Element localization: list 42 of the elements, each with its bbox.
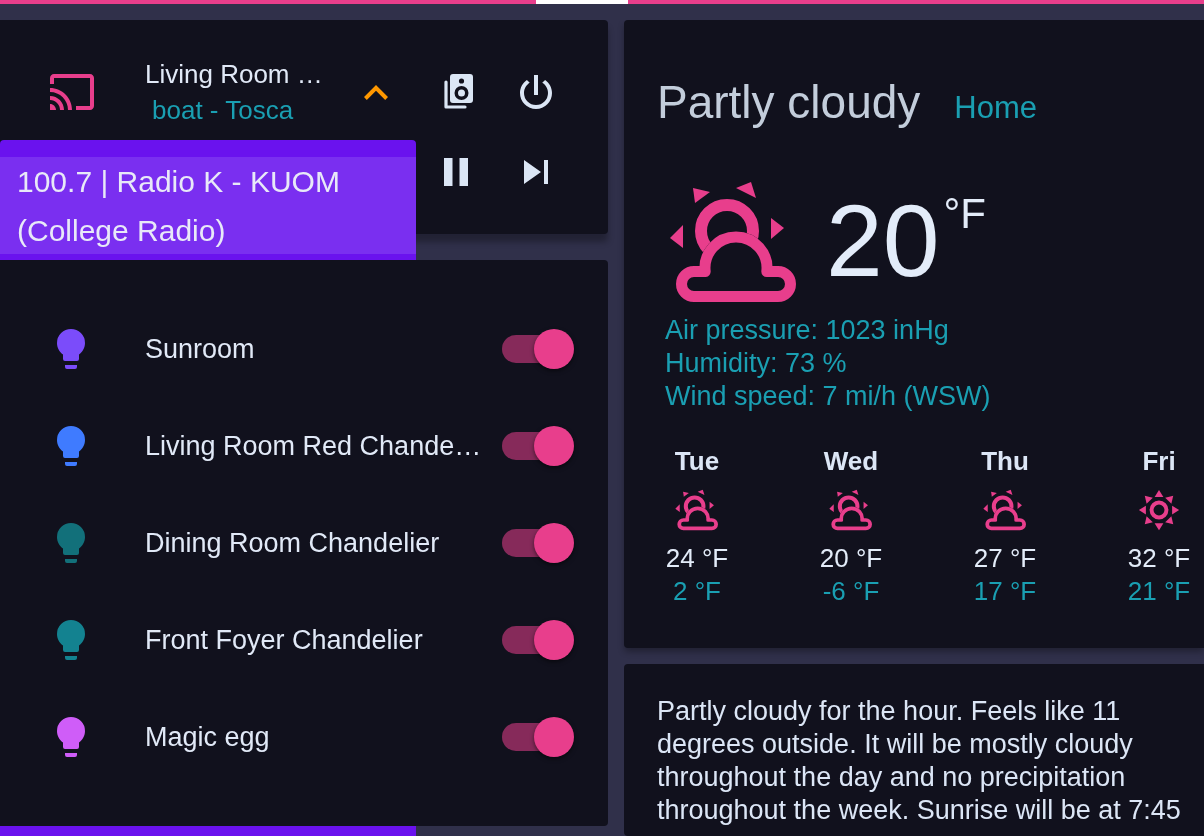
toggle-switch[interactable]	[502, 522, 574, 563]
temperature-value: 20	[826, 190, 940, 292]
light-name: Magic egg	[145, 720, 270, 754]
speakers-icon	[443, 74, 473, 110]
partly-cloudy-icon	[983, 489, 1027, 531]
forecast-high: 24 °F	[665, 542, 729, 575]
partly-cloudy-icon	[675, 489, 719, 531]
forecast-day: Tue	[674, 445, 720, 478]
light-name: Dining Room Chandelier	[145, 526, 440, 560]
weather-condition: Partly cloudy	[657, 75, 921, 129]
weather-attribute: Wind speed: 7 mi/h (WSW)	[665, 380, 991, 413]
forecast-day: Wed	[823, 445, 879, 478]
weather-attribute: Humidity: 73 %	[665, 347, 847, 380]
media-subtitle: boat - Tosca	[152, 94, 294, 127]
temperature-unit: °F	[943, 193, 986, 235]
toggle-switch[interactable]	[502, 619, 574, 660]
weather-attribute: Air pressure: 1023 inHg	[665, 314, 949, 347]
cast-icon	[50, 74, 94, 110]
forecast-low: 21 °F	[1127, 575, 1191, 608]
partly-cloudy-icon	[829, 489, 873, 531]
light-name: Living Room Red Chande…	[145, 429, 482, 463]
power-icon	[520, 75, 552, 109]
forecast-summary: Partly cloudy for the hour. Feels like 11 degrees outside. It will be mostly cloudy throughout the day and no precipitation throughout the week. Sunrise will be at 7:45	[657, 695, 1182, 827]
forecast-low: -6 °F	[822, 575, 880, 608]
weather-location: Home	[954, 89, 1038, 127]
menu-item[interactable]: 100.7 | Radio K - KUOM (College Radio)	[0, 157, 416, 254]
forecast-high: 27 °F	[973, 542, 1037, 575]
forecast-high: 32 °F	[1127, 542, 1191, 575]
forecast-day: Fri	[1142, 445, 1176, 478]
toggle-switch[interactable]	[502, 425, 574, 466]
forecast-low: 2 °F	[673, 575, 721, 608]
light-name: Front Foyer Chandelier	[145, 623, 423, 657]
forecast-high: 20 °F	[819, 542, 883, 575]
sun-icon	[1138, 489, 1180, 531]
forecast-day: Thu	[981, 445, 1029, 478]
skip-next-icon	[524, 160, 548, 184]
partly-cloudy-icon	[670, 180, 798, 304]
forecast-low: 17 °F	[973, 575, 1037, 608]
light-name: Sunroom	[145, 332, 255, 366]
media-title: Living Room …	[145, 58, 323, 91]
toggle-switch[interactable]	[502, 716, 574, 757]
toggle-switch[interactable]	[502, 328, 574, 369]
